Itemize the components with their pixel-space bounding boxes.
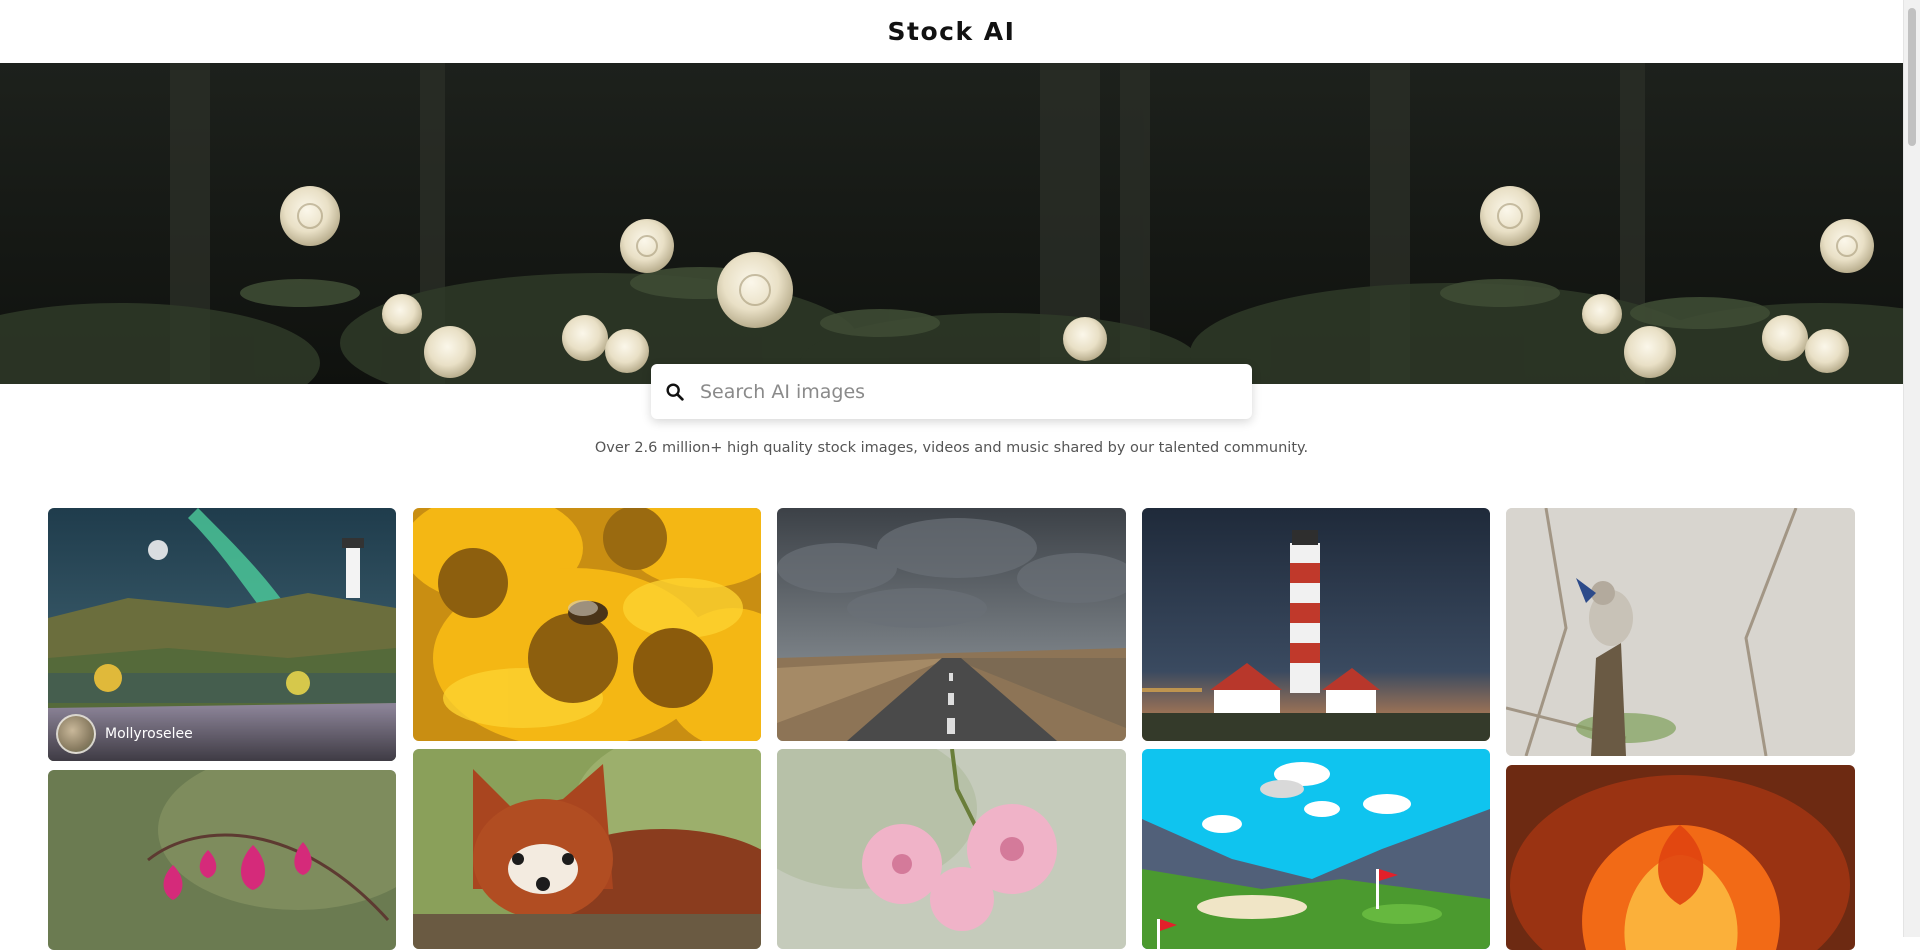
- image-card-pink-blossoms[interactable]: [777, 749, 1126, 949]
- image-card-lighthouse-aurora[interactable]: Mollyroselee: [48, 508, 396, 761]
- site-logo[interactable]: Stock AI: [888, 17, 1016, 46]
- search-bar[interactable]: [651, 364, 1252, 419]
- search-icon[interactable]: [664, 381, 686, 403]
- image-card-stormy-road[interactable]: [777, 508, 1126, 741]
- image-card-orange-tulip[interactable]: [1506, 765, 1855, 950]
- image-card-cartoon-golf[interactable]: [1142, 749, 1490, 949]
- image-card-red-panda[interactable]: [413, 749, 761, 949]
- tagline: Over 2.6 million+ high quality stock ima…: [594, 440, 1309, 456]
- author-name[interactable]: Mollyroselee: [105, 726, 193, 742]
- top-bar: Stock AI: [0, 0, 1903, 64]
- image-card-bleeding-heart[interactable]: [48, 770, 396, 950]
- image-card-yellow-flowers[interactable]: [413, 508, 761, 741]
- scrollbar-thumb[interactable]: [1908, 8, 1916, 146]
- avatar[interactable]: [56, 713, 96, 754]
- image-card-bird-on-branch[interactable]: [1506, 508, 1855, 756]
- image-card-lighthouse-night[interactable]: [1142, 508, 1490, 741]
- search-input[interactable]: [700, 380, 1220, 403]
- card-author-overlay: Mollyroselee: [48, 706, 396, 761]
- hero-banner: [0, 63, 1903, 384]
- page-scrollbar[interactable]: [1903, 0, 1920, 937]
